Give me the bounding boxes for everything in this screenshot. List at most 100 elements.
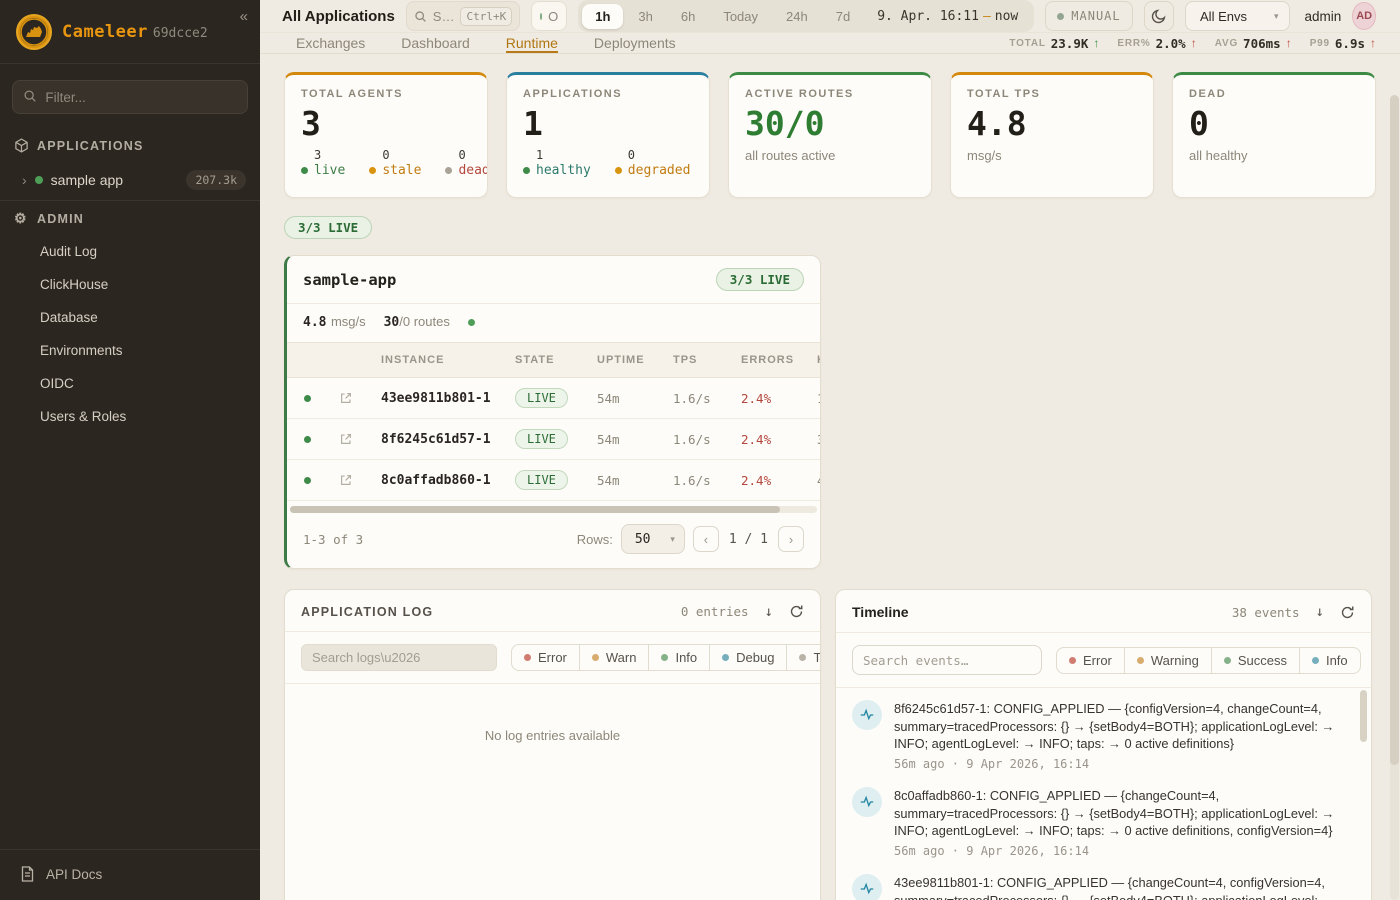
uptime-cell: 54m bbox=[585, 460, 661, 501]
instance-id[interactable]: 8f6245c61d57-1 bbox=[369, 419, 503, 460]
theme-toggle-button[interactable] bbox=[1144, 1, 1174, 31]
col-state: STATE bbox=[503, 343, 585, 378]
connection-status-badge[interactable]: O bbox=[531, 1, 567, 31]
success-dot bbox=[1224, 657, 1231, 664]
instance-id[interactable]: 8c0affadb860-1 bbox=[369, 460, 503, 501]
sidebar-item-clickhouse[interactable]: ClickHouse bbox=[0, 268, 260, 301]
card-substats: 1healthy 0degraded 0critical bbox=[523, 148, 693, 179]
stat-label: AVG bbox=[1215, 38, 1238, 49]
live-badge[interactable]: 3/3 LIVE bbox=[284, 216, 372, 239]
table-header-row: INSTANCE STATE UPTIME TPS ERRORS HEALTH bbox=[287, 343, 820, 378]
range-6h[interactable]: 6h bbox=[668, 4, 708, 29]
event-list: 8f6245c61d57-1: CONFIG_APPLIED — {config… bbox=[836, 688, 1371, 900]
filter-label: Warn bbox=[606, 650, 637, 665]
sidebar-collapse-icon[interactable]: « bbox=[240, 8, 248, 25]
tab-dashboard[interactable]: Dashboard bbox=[401, 33, 470, 53]
sidebar-item-users-roles[interactable]: Users & Roles bbox=[0, 400, 260, 433]
instance-id[interactable]: 43ee9811b801-1 bbox=[369, 378, 503, 419]
range-24h[interactable]: 24h bbox=[773, 4, 821, 29]
search-icon bbox=[414, 10, 427, 23]
substat-degraded: 0degraded bbox=[615, 148, 691, 179]
external-link-icon[interactable] bbox=[339, 391, 353, 405]
scrollbar-thumb[interactable] bbox=[290, 506, 780, 513]
sidebar-item-oidc[interactable]: OIDC bbox=[0, 367, 260, 400]
avatar[interactable]: AD bbox=[1352, 2, 1376, 30]
table-row[interactable]: 8f6245c61d57-1 LIVE 54m 1.6/s 2.4% 3 bbox=[287, 419, 820, 460]
tab-deployments[interactable]: Deployments bbox=[594, 33, 676, 53]
state-cell: LIVE bbox=[503, 460, 585, 501]
tab-exchanges[interactable]: Exchanges bbox=[296, 33, 365, 53]
range-7d[interactable]: 7d bbox=[823, 4, 863, 29]
chevron-right-icon[interactable]: › bbox=[22, 172, 27, 188]
sidebar-item-label: sample app bbox=[51, 172, 179, 188]
filter-error[interactable]: Error bbox=[511, 644, 580, 671]
event-timestamp: 56m ago · 9 Apr 2026, 16:14 bbox=[894, 844, 1349, 858]
global-search[interactable]: S… Ctrl+K bbox=[406, 1, 520, 31]
events-count: 38 events bbox=[1232, 605, 1300, 620]
card-title: APPLICATIONS bbox=[523, 88, 693, 100]
sidebar-item-environments[interactable]: Environments bbox=[0, 334, 260, 367]
log-search-input[interactable] bbox=[301, 644, 497, 671]
external-link-icon[interactable] bbox=[339, 432, 353, 446]
page-scrollbar[interactable] bbox=[1390, 95, 1399, 900]
filter-warn[interactable]: Warn bbox=[579, 644, 650, 671]
table-footer: 1-3 of 3 Rows: 50 ▾ ‹ 1 / 1 › bbox=[287, 513, 820, 568]
application-name[interactable]: sample-app bbox=[303, 271, 396, 289]
filter-debug[interactable]: Debug bbox=[709, 644, 787, 671]
col-link bbox=[327, 343, 369, 378]
filter-trace[interactable]: Trace bbox=[786, 644, 821, 671]
external-link-icon[interactable] bbox=[339, 473, 353, 487]
next-page-button[interactable]: › bbox=[778, 526, 804, 552]
filter-input[interactable] bbox=[45, 90, 237, 105]
instance-table: INSTANCE STATE UPTIME TPS ERRORS HEALTH bbox=[287, 342, 820, 501]
substat-num: 0 bbox=[382, 148, 421, 163]
col-uptime: UPTIME bbox=[585, 343, 661, 378]
gray-dot bbox=[445, 167, 452, 174]
environment-value: All Envs bbox=[1200, 9, 1247, 24]
errors-cell: 2.4% bbox=[729, 378, 805, 419]
rows-per-page-select[interactable]: 50 ▾ bbox=[621, 524, 685, 554]
range-1h[interactable]: 1h bbox=[582, 4, 623, 29]
refresh-icon[interactable] bbox=[789, 604, 804, 619]
card-active-routes: ACTIVE ROUTES 30/0 all routes active bbox=[728, 72, 932, 198]
timeline-scrollbar-thumb[interactable] bbox=[1360, 690, 1367, 742]
card-value: 0 bbox=[1189, 107, 1359, 140]
stat-err: ERR%2.0%↑ bbox=[1117, 36, 1196, 51]
download-icon[interactable]: ↓ bbox=[1316, 605, 1324, 619]
filter-error[interactable]: Error bbox=[1056, 647, 1125, 674]
scrollbar-thumb[interactable] bbox=[1390, 95, 1399, 765]
brand: Cameleer69dcce2 « bbox=[0, 0, 260, 63]
event-item[interactable]: 8c0affadb860-1: CONFIG_APPLIED — {change… bbox=[852, 787, 1349, 858]
download-icon[interactable]: ↓ bbox=[765, 605, 773, 619]
refresh-mode-button[interactable]: MANUAL bbox=[1045, 1, 1132, 31]
table-row[interactable]: 8c0affadb860-1 LIVE 54m 1.6/s 2.4% 4 bbox=[287, 460, 820, 501]
event-item[interactable]: 43ee9811b801-1: CONFIG_APPLIED — {change… bbox=[852, 874, 1349, 900]
horizontal-scrollbar[interactable] bbox=[290, 506, 817, 513]
filter-label: Trace bbox=[813, 650, 821, 665]
sidebar-item-api-docs[interactable]: API Docs bbox=[0, 850, 260, 900]
range-3h[interactable]: 3h bbox=[625, 4, 665, 29]
search-icon bbox=[23, 89, 37, 105]
sidebar-item-sample-app[interactable]: › sample app 207.3k bbox=[0, 162, 260, 200]
filter-info[interactable]: Info bbox=[648, 644, 710, 671]
event-message: 8f6245c61d57-1: CONFIG_APPLIED — {config… bbox=[894, 700, 1349, 753]
refresh-icon[interactable] bbox=[1340, 605, 1355, 620]
filter-label: Info bbox=[675, 650, 697, 665]
info-dot bbox=[1312, 657, 1319, 664]
card-dead: DEAD 0 all healthy bbox=[1172, 72, 1376, 198]
date-range-display[interactable]: 9. Apr. 16:11—now bbox=[865, 9, 1030, 24]
sidebar-item-audit-log[interactable]: Audit Log bbox=[0, 235, 260, 268]
tab-runtime[interactable]: Runtime bbox=[506, 33, 558, 53]
table-row[interactable]: 43ee9811b801-1 LIVE 54m 1.6/s 2.4% 1 bbox=[287, 378, 820, 419]
filter-success[interactable]: Success bbox=[1211, 647, 1300, 674]
event-item[interactable]: 8f6245c61d57-1: CONFIG_APPLIED — {config… bbox=[852, 700, 1349, 771]
status-dot bbox=[35, 176, 43, 184]
filter-warning[interactable]: Warning bbox=[1124, 647, 1212, 674]
prev-page-button[interactable]: ‹ bbox=[693, 526, 719, 552]
environment-select[interactable]: All Envs ▾ bbox=[1185, 1, 1290, 31]
cube-icon bbox=[14, 138, 30, 154]
timeline-search-input[interactable] bbox=[852, 645, 1042, 675]
filter-info[interactable]: Info bbox=[1299, 647, 1361, 674]
sidebar-item-database[interactable]: Database bbox=[0, 301, 260, 334]
range-today[interactable]: Today bbox=[710, 4, 771, 29]
